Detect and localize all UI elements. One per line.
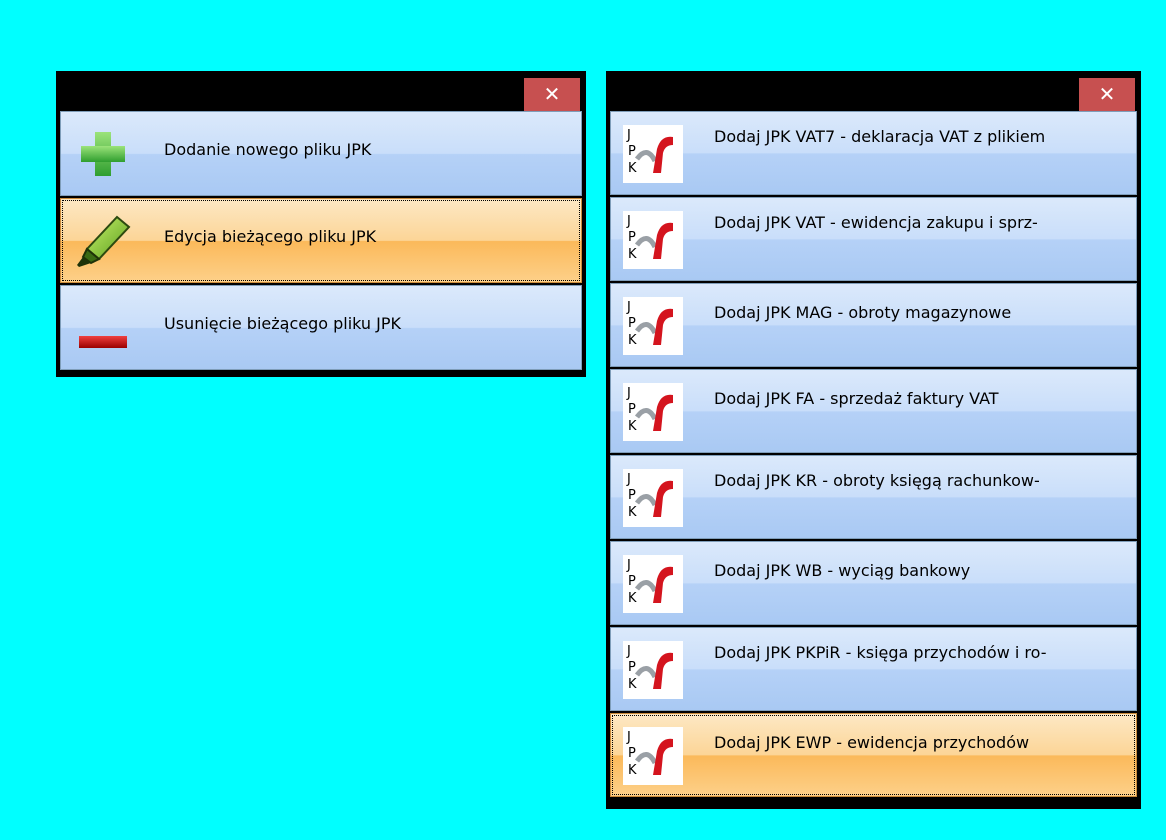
item-label: Dodaj JPK EWP - ewidencja przychodów bbox=[714, 733, 1030, 752]
add-jpk-file-item[interactable]: Dodanie nowego pliku JPK bbox=[60, 111, 582, 196]
add-jpk-item[interactable]: J P K Dodaj JPK WB - wyciąg bankowy bbox=[610, 541, 1137, 625]
item-label: Dodaj JPK PKPiR - księga przychodów i ro… bbox=[714, 643, 1047, 662]
item-label: Dodaj JPK MAG - obroty magazynowe bbox=[714, 303, 1012, 322]
minus-icon bbox=[73, 302, 133, 354]
jpk-logo-icon: J P K bbox=[623, 211, 683, 269]
add-jpk-item[interactable]: J P K Dodaj JPK VAT - ewidencja zakupu i… bbox=[610, 197, 1137, 281]
close-icon: ✕ bbox=[1098, 82, 1116, 106]
add-jpk-popup: ✕ J P K Dodaj JPK VAT7 - deklaracja VAT … bbox=[606, 71, 1141, 809]
popup-titlebar: ✕ bbox=[60, 71, 582, 111]
close-button[interactable]: ✕ bbox=[524, 78, 580, 111]
add-jpk-item[interactable]: J P K Dodaj JPK KR - obroty księgą rachu… bbox=[610, 455, 1137, 539]
close-button[interactable]: ✕ bbox=[1079, 78, 1135, 111]
add-jpk-item[interactable]: J P K Dodaj JPK VAT7 - deklaracja VAT z … bbox=[610, 111, 1137, 195]
item-label: Dodaj JPK VAT - ewidencja zakupu i sprz- bbox=[714, 213, 1038, 232]
add-jpk-item[interactable]: J P K Dodaj JPK MAG - obroty magazynowe bbox=[610, 283, 1137, 367]
jpk-logo-icon: J P K bbox=[623, 555, 683, 613]
jpk-logo-icon: J P K bbox=[623, 641, 683, 699]
item-label: Dodaj JPK FA - sprzedaż faktury VAT bbox=[714, 389, 999, 408]
highlighter-icon bbox=[73, 215, 133, 267]
close-icon: ✕ bbox=[543, 82, 561, 106]
menu-items: Dodanie nowego pliku JPK Edycja bieżąceg… bbox=[60, 111, 582, 370]
jpk-logo-icon: J P K bbox=[623, 727, 683, 785]
add-jpk-item[interactable]: J P K Dodaj JPK FA - sprzedaż faktury VA… bbox=[610, 369, 1137, 453]
menu-items: J P K Dodaj JPK VAT7 - deklaracja VAT z … bbox=[610, 111, 1137, 797]
add-jpk-item[interactable]: J P K Dodaj JPK PKPiR - księga przychodó… bbox=[610, 627, 1137, 711]
item-label: Edycja bieżącego pliku JPK bbox=[164, 227, 377, 246]
item-label: Dodaj JPK VAT7 - deklaracja VAT z plikie… bbox=[714, 127, 1046, 146]
item-label: Dodaj JPK KR - obroty księgą rachunkow- bbox=[714, 471, 1040, 490]
add-jpk-item[interactable]: J P K Dodaj JPK EWP - ewidencja przychod… bbox=[610, 713, 1137, 797]
jpk-logo-icon: J P K bbox=[623, 469, 683, 527]
jpk-logo-icon: J P K bbox=[623, 125, 683, 183]
item-label: Dodaj JPK WB - wyciąg bankowy bbox=[714, 561, 971, 580]
jpk-logo-icon: J P K bbox=[623, 297, 683, 355]
edit-jpk-file-item[interactable]: Edycja bieżącego pliku JPK bbox=[60, 198, 582, 283]
jpk-logo-icon: J P K bbox=[623, 383, 683, 441]
item-label: Usunięcie bieżącego pliku JPK bbox=[164, 314, 402, 333]
popup-titlebar: ✕ bbox=[610, 71, 1137, 111]
delete-jpk-file-item[interactable]: Usunięcie bieżącego pliku JPK bbox=[60, 285, 582, 370]
plus-icon bbox=[73, 128, 133, 180]
file-actions-popup: ✕ Dodanie nowego pliku JPK Edycja bieżąc… bbox=[56, 71, 586, 377]
item-label: Dodanie nowego pliku JPK bbox=[164, 140, 372, 159]
